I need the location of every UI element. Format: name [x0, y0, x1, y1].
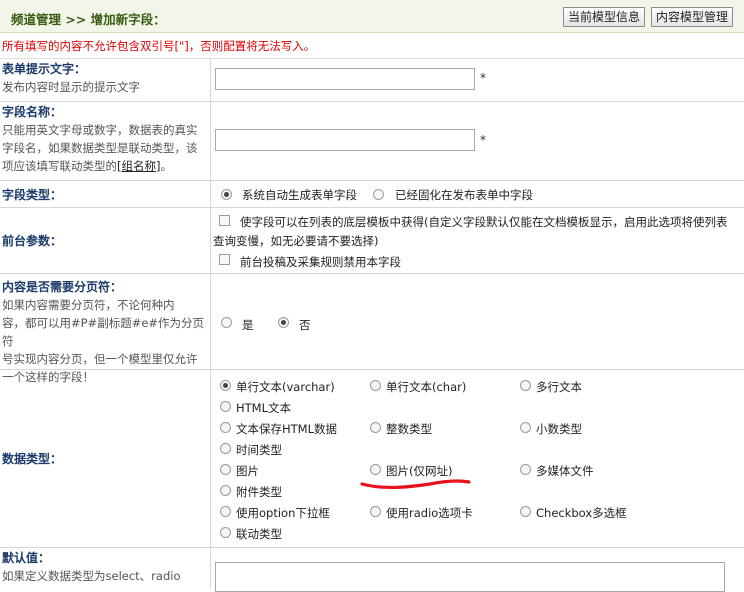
- default-textarea[interactable]: [215, 562, 725, 592]
- default-value: [212, 548, 744, 592]
- fieldtype-auto-radio[interactable]: [221, 189, 232, 200]
- pagebreak-title: 内容是否需要分页符：: [2, 280, 123, 294]
- dtype-textdata-radio[interactable]: [220, 422, 231, 433]
- pagebreak-desc-3: 号实现内容分页，但一个模型里仅允许: [2, 352, 198, 366]
- row-default: 默认值： 如果定义数据类型为select、radio: [0, 548, 744, 592]
- itemname-title: 表单提示文字：: [2, 62, 87, 76]
- fieldname-desc-1: 只能用英文字母或数字，数据表的真实: [2, 123, 198, 137]
- dtype-htmltext-radio[interactable]: [220, 401, 231, 412]
- pagebreak-yes-radio[interactable]: [221, 317, 232, 328]
- dtype-img-radio[interactable]: [220, 464, 231, 475]
- fieldtype-auto-label: 系统自动生成表单字段: [242, 188, 357, 202]
- fieldname-desc-2: 字段名，如果数据类型是联动类型，该: [2, 141, 198, 155]
- row-frontparam: 前台参数： 使字段可以在列表的底层模板中获得(自定义字段默认仅能在文档模板显示，…: [0, 208, 744, 274]
- fieldtype-title: 字段类型：: [2, 187, 63, 202]
- dtype-checkbox-radio[interactable]: [520, 506, 531, 517]
- default-label: 默认值： 如果定义数据类型为select、radio: [0, 548, 211, 588]
- pagebreak-no-radio[interactable]: [278, 317, 289, 328]
- group-name-link[interactable]: [组名称]: [117, 159, 160, 173]
- fieldtype-label: 字段类型：: [0, 181, 211, 207]
- datatype-value: 单行文本(varchar) 单行文本(char) 多行文本 HTML文本 文本保…: [212, 370, 744, 547]
- dtype-select-label: 使用option下拉框: [236, 506, 330, 520]
- row-pagebreak: 内容是否需要分页符： 如果内容需要分页符，不论何种内 容，都可以用#P#副标题#…: [0, 274, 744, 384]
- pagebreak-label: 内容是否需要分页符： 如果内容需要分页符，不论何种内 容，都可以用#P#副标题#…: [0, 274, 211, 384]
- fieldname-input[interactable]: [215, 129, 475, 151]
- pagebreak-no-label: 否: [299, 318, 311, 332]
- default-title: 默认值：: [2, 551, 51, 565]
- dtype-varchar-label: 单行文本(varchar): [236, 380, 335, 394]
- model-manage-button[interactable]: 内容模型管理: [651, 7, 734, 27]
- row-fieldname: 字段名称： 只能用英文字母或数字，数据表的真实 字段名，如果数据类型是联动类型，…: [0, 102, 744, 181]
- required-mark: *: [480, 133, 486, 147]
- itemname-desc: 发布内容时显示的提示文字: [2, 80, 140, 94]
- fieldname-desc-3: 项应该填写联动类型的[组名称]。: [2, 157, 208, 175]
- frontparam-label: 前台参数：: [0, 208, 211, 273]
- fieldname-label: 字段名称： 只能用英文字母或数字，数据表的真实 字段名，如果数据类型是联动类型，…: [0, 102, 211, 180]
- dtype-int-label: 整数类型: [386, 422, 432, 436]
- dtype-datetime-label: 时间类型: [236, 443, 282, 457]
- dtype-multitext-label: 多行文本: [536, 380, 582, 394]
- fieldtype-fixed-label: 已经固化在发布表单中字段: [395, 188, 533, 202]
- fieldname-value: *: [212, 102, 744, 180]
- dtype-radio-label: 使用radio选项卡: [386, 506, 473, 520]
- frontparam-title: 前台参数：: [2, 234, 63, 248]
- dtype-addon-radio[interactable]: [220, 485, 231, 496]
- dtype-multitext-radio[interactable]: [520, 380, 531, 391]
- itemname-value: *: [212, 59, 744, 101]
- dtype-float-label: 小数类型: [536, 422, 582, 436]
- dtype-char-radio[interactable]: [370, 380, 381, 391]
- pagebreak-yes-label: 是: [242, 318, 254, 332]
- datatype-label: 数据类型：: [0, 370, 211, 547]
- pagebreak-value: 是 否: [212, 274, 744, 369]
- dtype-media-label: 多媒体文件: [536, 464, 594, 478]
- dtype-media-radio[interactable]: [520, 464, 531, 475]
- frontparam-value: 使字段可以在列表的底层模板中获得(自定义字段默认仅能在文档模板显示，启用此选项将…: [212, 208, 744, 273]
- datatype-title: 数据类型：: [2, 452, 63, 466]
- default-desc: 如果定义数据类型为select、radio: [2, 569, 181, 583]
- dtype-htmltext-label: HTML文本: [236, 401, 292, 415]
- required-mark: *: [480, 71, 486, 85]
- list-template-checkbox[interactable]: [219, 215, 230, 226]
- dtype-char-label: 单行文本(char): [386, 380, 467, 394]
- dtype-imgfile-radio[interactable]: [370, 464, 381, 475]
- fieldtype-value: 系统自动生成表单字段 已经固化在发布表单中字段: [212, 181, 744, 207]
- disable-submit-checkbox[interactable]: [219, 254, 230, 265]
- row-fieldtype: 字段类型： 系统自动生成表单字段 已经固化在发布表单中字段: [0, 181, 744, 208]
- dtype-stepselect-radio[interactable]: [220, 527, 231, 538]
- dtype-float-radio[interactable]: [520, 422, 531, 433]
- dtype-select-radio[interactable]: [220, 506, 231, 517]
- dtype-addon-label: 附件类型: [236, 485, 282, 499]
- fieldname-title: 字段名称：: [2, 105, 63, 119]
- dtype-checkbox-label: Checkbox多选框: [536, 506, 627, 520]
- dtype-img-label: 图片: [236, 464, 259, 478]
- dtype-imgfile-label: 图片(仅网址): [386, 464, 453, 478]
- dtype-varchar-radio[interactable]: [220, 380, 231, 391]
- dtype-textdata-label: 文本保存HTML数据: [236, 422, 338, 436]
- dtype-datetime-radio[interactable]: [220, 443, 231, 454]
- fieldname-desc-prefix: 项应该填写联动类型的: [2, 159, 117, 173]
- row-itemname: 表单提示文字： 发布内容时显示的提示文字 *: [0, 59, 744, 102]
- list-template-label-1: 使字段可以在列表的底层模板中获得(自定义字段默认仅能在文档模板显示，启用此选项将…: [240, 215, 728, 229]
- itemname-input[interactable]: [215, 68, 475, 90]
- fieldname-desc-suffix: 。: [160, 159, 172, 173]
- warning-notice: 所有填写的内容不允许包含双引号["]，否则配置将无法写入。: [0, 33, 744, 59]
- header-bar: 频道管理 >> 增加新字段： 当前模型信息 内容模型管理: [0, 0, 744, 33]
- pagebreak-desc-1: 如果内容需要分页符，不论何种内: [2, 298, 175, 312]
- dtype-int-radio[interactable]: [370, 422, 381, 433]
- breadcrumb: 频道管理 >> 增加新字段：: [11, 12, 166, 27]
- model-info-button[interactable]: 当前模型信息: [563, 7, 646, 27]
- list-template-label-2: 查询变慢，如无必要请不要选择): [213, 234, 379, 248]
- dtype-radio-radio[interactable]: [370, 506, 381, 517]
- fieldtype-fixed-radio[interactable]: [373, 189, 384, 200]
- dtype-stepselect-label: 联动类型: [236, 527, 282, 541]
- pagebreak-desc-2: 容，都可以用#P#副标题#e#作为分页符: [2, 316, 205, 348]
- row-datatype: 数据类型： 单行文本(varchar) 单行文本(char) 多行文本 HTML…: [0, 370, 744, 548]
- disable-submit-label: 前台投稿及采集规则禁用本字段: [240, 255, 401, 269]
- itemname-label: 表单提示文字： 发布内容时显示的提示文字: [0, 59, 211, 101]
